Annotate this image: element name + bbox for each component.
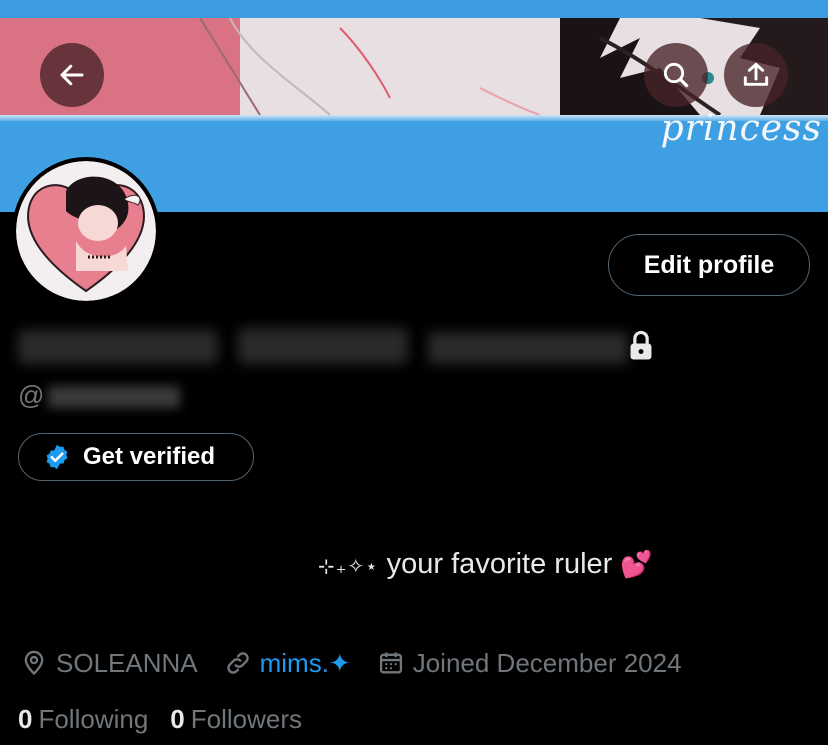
bio-text: your favorite ruler bbox=[386, 548, 613, 580]
following-label: Following bbox=[38, 704, 149, 734]
lock-icon bbox=[630, 330, 652, 360]
joined-text: Joined December 2024 bbox=[412, 647, 682, 678]
bio-emoji: 💕 bbox=[620, 549, 653, 579]
verified-badge-icon bbox=[43, 443, 71, 471]
edit-profile-button[interactable]: Edit profile bbox=[608, 234, 810, 296]
get-verified-label: Get verified bbox=[83, 443, 216, 470]
back-button[interactable] bbox=[40, 43, 104, 107]
profile-stats: 0 Following 0 Followers bbox=[18, 704, 324, 735]
search-button[interactable] bbox=[644, 43, 708, 107]
profile-avatar[interactable] bbox=[12, 157, 160, 305]
share-button[interactable] bbox=[724, 43, 788, 107]
joined-item: Joined December 2024 bbox=[377, 648, 682, 679]
profile-bio: ⊹₊✧⋆ your favorite ruler 💕 bbox=[318, 548, 653, 581]
following-count: 0 bbox=[18, 704, 33, 734]
banner-script-text: princess bbox=[660, 108, 822, 149]
following-link[interactable]: 0 Following bbox=[18, 704, 148, 735]
share-upload-icon bbox=[743, 62, 769, 86]
calendar-icon bbox=[379, 652, 402, 674]
website-link[interactable]: mims.✦ bbox=[224, 648, 351, 679]
display-name-redacted bbox=[18, 322, 628, 370]
get-verified-button[interactable]: Get verified bbox=[18, 433, 254, 481]
banner-top-band bbox=[0, 0, 828, 18]
avatar-image bbox=[27, 176, 145, 293]
link-icon bbox=[226, 652, 249, 674]
followers-count: 0 bbox=[170, 704, 185, 734]
location-pin-icon bbox=[24, 650, 44, 676]
followers-label: Followers bbox=[190, 704, 303, 734]
profile-handle: @ bbox=[18, 380, 181, 411]
bio-sparkle: ⊹₊✧⋆ bbox=[318, 556, 379, 578]
arrow-left-icon bbox=[60, 64, 84, 86]
search-icon bbox=[663, 62, 689, 88]
location-text: SOLEANNA bbox=[56, 647, 198, 678]
followers-link[interactable]: 0 Followers bbox=[170, 704, 302, 735]
location-item: SOLEANNA bbox=[20, 648, 198, 679]
handle-redacted bbox=[48, 386, 181, 409]
profile-meta: SOLEANNA mims.✦ Joined December 2024 bbox=[20, 643, 708, 683]
handle-prefix: @ bbox=[18, 380, 45, 410]
website-text[interactable]: mims.✦ bbox=[260, 648, 351, 679]
